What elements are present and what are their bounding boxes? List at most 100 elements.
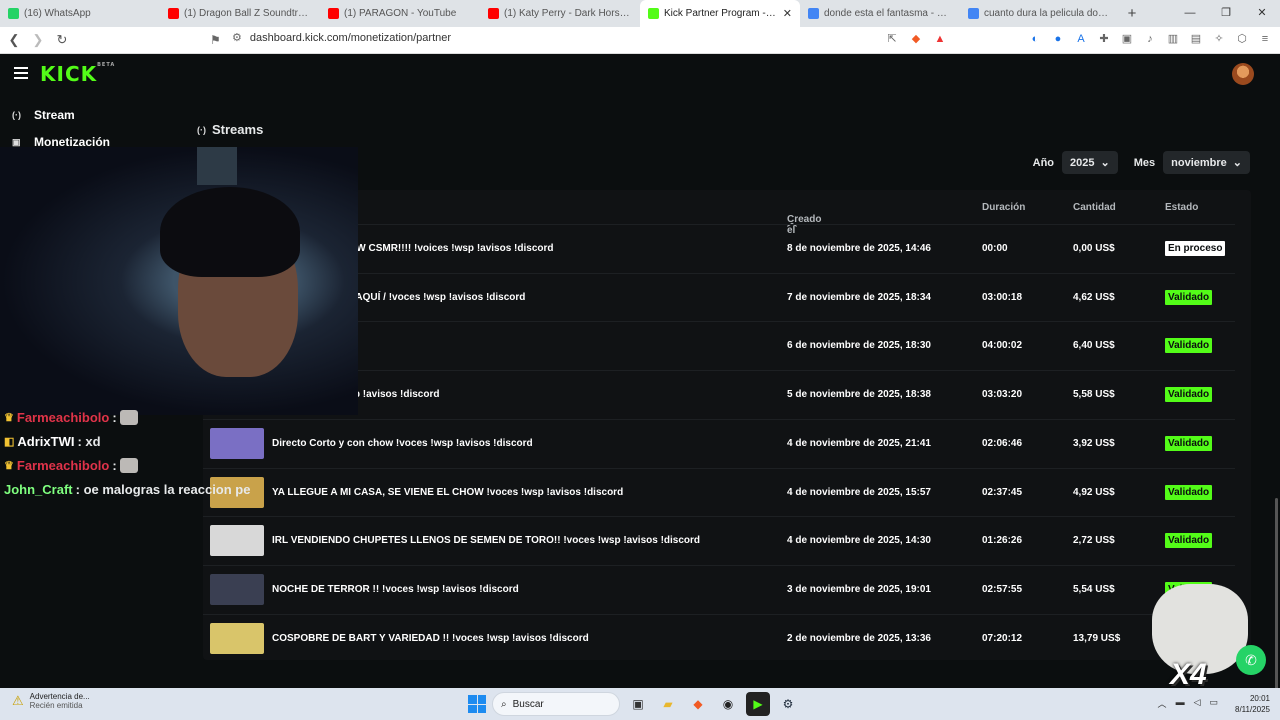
back-icon[interactable]: ❮ <box>4 32 24 48</box>
brave-shield-icon[interactable]: ◆ <box>909 32 923 46</box>
leo-icon[interactable]: ✧ <box>1212 32 1226 46</box>
table-row[interactable]: Directo Corto y con chow !voces !wsp !av… <box>203 418 1235 468</box>
new-tab-icon[interactable]: + <box>1120 5 1144 22</box>
stream-title[interactable]: YA LLEGUE A MI CASA, SE VIENE EL CHOW !v… <box>272 487 623 498</box>
cam-background-panel <box>197 147 237 185</box>
stream-title[interactable]: IRL VENDIENDO CHUPETES LLENOS DE SEMEN D… <box>272 535 700 546</box>
month-value: noviembre <box>1171 156 1227 169</box>
task-view-icon[interactable]: ▣ <box>626 692 650 716</box>
translate-icon[interactable]: A <box>1074 32 1088 46</box>
table-row[interactable]: IRL VENDIENDO CHUPETES LLENOS DE SEMEN D… <box>203 516 1235 565</box>
tab-label: (1) Dragon Ball Z Soundtrack - Great <box>184 8 312 19</box>
table-row[interactable]: YA LLEGUE A MI CASA, SE VIENE EL CHOW !v… <box>203 467 1235 517</box>
whatsapp-icon[interactable]: ✆ <box>1236 645 1266 675</box>
broadcast-icon: (·) <box>12 110 21 120</box>
table-row[interactable]: COSPOBRE DE BART Y VARIEDAD !! !voces !w… <box>203 613 1235 663</box>
status-badge: Validado <box>1165 484 1213 500</box>
steam-icon[interactable]: ⚙ <box>776 692 800 716</box>
cat-emote-icon <box>119 410 138 425</box>
status-badge: En proceso <box>1165 241 1226 256</box>
notification-widget[interactable]: ⚠ Advertencia de... Recién emitida <box>12 692 90 710</box>
puzzle-icon[interactable]: ✚ <box>1097 32 1111 46</box>
browser-tab[interactable]: (1) Dragon Ball Z Soundtrack - Great <box>160 0 320 27</box>
close-window-icon[interactable]: ✕ <box>1244 0 1280 27</box>
cat-emote-overlay: X4 <box>1148 576 1248 700</box>
share-icon[interactable]: ⇱ <box>885 32 899 46</box>
kick-logo[interactable]: KICKBETA <box>40 62 115 86</box>
browser-tab[interactable]: donde esta el fantasma - Buscar con <box>800 0 960 27</box>
stream-thumbnail[interactable] <box>210 525 264 557</box>
stream-duration: 01:26:26 <box>982 535 1023 547</box>
taskbar-apps: ⌕ Buscar ▣ ▰ ◆ ◉ ▶ ⚙ <box>468 692 800 716</box>
stream-title[interactable]: Directo Corto y con chow !voces !wsp !av… <box>272 438 533 449</box>
stream-thumbnail[interactable] <box>210 427 264 459</box>
windows-start-icon[interactable] <box>468 695 486 713</box>
browser-tab[interactable]: Kick Partner Program - Kick Dash ✕ <box>640 0 800 27</box>
restore-icon[interactable]: ❐ <box>1208 0 1244 27</box>
taskbar-search[interactable]: ⌕ Buscar <box>492 692 620 716</box>
browser-tab[interactable]: (1) PARAGON - YouTube <box>320 0 480 27</box>
tab-label: (1) Katy Perry - Dark Horse ft. Juicy J <box>504 8 632 19</box>
vpn-icon[interactable]: ⬡ <box>1235 32 1249 46</box>
forward-icon[interactable]: ❯ <box>28 32 48 48</box>
close-tab-icon[interactable]: ✕ <box>783 7 792 20</box>
tab-label: Kick Partner Program - Kick Dash <box>664 8 778 19</box>
scrollbar[interactable] <box>1275 498 1278 698</box>
sidebar-icon[interactable]: ▥ <box>1166 32 1180 46</box>
obs-icon[interactable]: ◉ <box>716 692 740 716</box>
url-field[interactable]: ⚙ dashboard.kick.com/monetization/partne… <box>232 31 451 45</box>
stream-title[interactable]: COSPOBRE DE BART Y VARIEDAD !! !voces !w… <box>272 633 589 644</box>
bookmark-icon[interactable]: ⚑ <box>210 33 221 47</box>
music-icon[interactable]: ♪ <box>1143 32 1157 46</box>
brave-browser-icon[interactable]: ◆ <box>686 692 710 716</box>
site-info-icon[interactable]: ⚙ <box>232 31 242 44</box>
browser-tab[interactable]: (1) Katy Perry - Dark Horse ft. Juicy J <box>480 0 640 27</box>
extension-icon[interactable]: ◐ <box>1028 32 1042 46</box>
browser-tab[interactable]: (16) WhatsApp <box>0 0 160 27</box>
wallet-icon[interactable]: ▤ <box>1189 32 1203 46</box>
tab-label: (1) PARAGON - YouTube <box>344 8 457 19</box>
search-icon: ⌕ <box>501 698 507 710</box>
webcam-overlay <box>0 147 358 415</box>
hamburger-menu-icon[interactable] <box>14 67 28 79</box>
table-row[interactable]: NOCHE DE TERROR !! !voces !wsp !avisos !… <box>203 564 1235 614</box>
year-select[interactable]: 2025 ⌄ <box>1062 151 1118 174</box>
system-clock[interactable]: 20:01 8/11/2025 <box>1235 693 1270 715</box>
filters: Año 2025 ⌄ Mes noviembre ⌄ <box>1033 151 1250 174</box>
stream-thumbnail[interactable] <box>210 573 264 605</box>
stream-duration: 07:20:12 <box>982 632 1023 644</box>
chat-line: ♛ Farmeachibolo: <box>4 458 138 473</box>
stream-date: 6 de noviembre de 2025, 18:30 <box>787 340 931 352</box>
menu-icon[interactable]: ≡ <box>1258 32 1272 46</box>
stream-amount: 5,58 US$ <box>1073 389 1115 401</box>
file-explorer-icon[interactable]: ▰ <box>656 692 680 716</box>
sidebar-item-stream[interactable]: (·) Stream <box>12 108 75 122</box>
tab-favicon-icon <box>8 8 19 19</box>
stream-amount: 5,54 US$ <box>1073 583 1115 595</box>
notification-sub: Recién emitida <box>29 701 83 710</box>
month-select[interactable]: noviembre ⌄ <box>1163 151 1250 174</box>
stream-title[interactable]: NOCHE DE TERROR !! !voces !wsp !avisos !… <box>272 584 519 595</box>
battery-icon[interactable]: ▭ <box>1209 697 1218 710</box>
reload-icon[interactable]: ↻ <box>52 32 72 48</box>
tab-favicon-icon <box>168 8 179 19</box>
terminal-icon[interactable]: ▶ <box>746 692 770 716</box>
network-icon[interactable]: ▬ <box>1176 697 1185 710</box>
stream-date: 2 de noviembre de 2025, 13:36 <box>787 632 931 644</box>
screenshot-icon[interactable]: ▣ <box>1120 32 1134 46</box>
stream-duration: 03:03:20 <box>982 389 1023 401</box>
user-avatar[interactable] <box>1232 63 1254 85</box>
browser-tab[interactable]: cuanto dura la pelicula donde esta el <box>960 0 1120 27</box>
chevron-up-icon[interactable]: ︿ <box>1158 697 1167 710</box>
brave-rewards-icon[interactable]: ▲ <box>933 32 947 46</box>
stream-thumbnail[interactable] <box>210 622 264 654</box>
chat-line: ♛ Farmeachibolo: <box>4 410 138 425</box>
multiplier-text: X4 <box>1170 658 1207 691</box>
extension-icon[interactable]: ● <box>1051 32 1065 46</box>
column-header-duration: Duración <box>982 202 1026 213</box>
url-text[interactable]: dashboard.kick.com/monetization/partner <box>250 32 451 44</box>
column-header-status: Estado <box>1165 202 1199 213</box>
minimize-icon[interactable]: — <box>1172 0 1208 27</box>
broadcast-icon: (·) <box>197 124 206 135</box>
volume-icon[interactable]: ◁ <box>1194 697 1201 710</box>
